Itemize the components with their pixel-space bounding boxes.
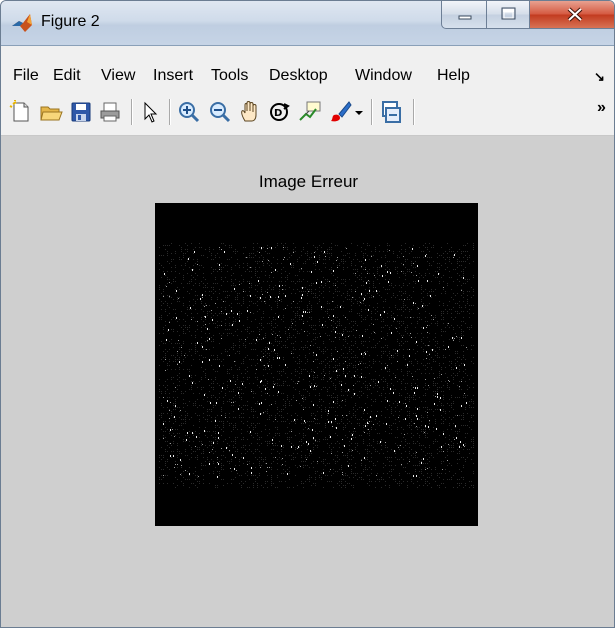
maximize-button[interactable] (486, 1, 530, 29)
menu-edit[interactable]: Edit (53, 67, 81, 85)
edit-plot-arrow-icon[interactable] (138, 100, 162, 124)
figure-window: Figure 2 File Edit View Insert Tools Des… (0, 0, 615, 628)
menu-help[interactable]: Help (437, 67, 470, 85)
menu-file[interactable]: File (13, 67, 39, 85)
menu-tools[interactable]: Tools (211, 67, 248, 85)
close-icon (567, 7, 583, 22)
minimize-icon (458, 15, 472, 20)
minimize-button[interactable] (441, 1, 487, 29)
window-title: Figure 2 (41, 13, 100, 30)
menu-desktop[interactable]: Desktop (269, 67, 328, 85)
svg-text:D: D (274, 108, 282, 119)
menu-view[interactable]: View (101, 67, 135, 85)
menu-insert[interactable]: Insert (153, 67, 193, 85)
pan-hand-icon[interactable] (238, 100, 262, 124)
brush-icon[interactable] (329, 100, 353, 124)
error-image-noise (159, 243, 474, 488)
title-bar[interactable]: Figure 2 (1, 1, 614, 46)
data-cursor-icon[interactable] (298, 100, 322, 124)
figure-toolbar: D » (1, 91, 614, 136)
new-figure-icon[interactable] (9, 100, 33, 124)
print-figure-icon[interactable] (98, 100, 122, 124)
error-image-bright-speckles (163, 247, 467, 478)
open-file-icon[interactable] (39, 100, 63, 124)
zoom-out-icon[interactable] (208, 100, 232, 124)
matlab-logo-icon (12, 14, 32, 32)
menu-window[interactable]: Window (355, 67, 412, 85)
error-image[interactable] (155, 203, 478, 526)
save-figure-icon[interactable] (69, 100, 93, 124)
brush-dropdown-icon[interactable] (352, 100, 366, 124)
menu-bar: File Edit View Insert Tools Desktop Wind… (1, 46, 614, 91)
axes-title: Image Erreur (258, 172, 359, 191)
zoom-in-icon[interactable] (177, 100, 201, 124)
link-plot-icon[interactable] (379, 100, 403, 124)
menu-overflow-icon[interactable]: ↘ (594, 69, 605, 85)
error-image-speckles (163, 247, 467, 477)
maximize-icon (501, 7, 516, 20)
toolbar-overflow-icon[interactable]: » (597, 99, 606, 117)
error-image-faint-pixels (159, 243, 474, 488)
close-button[interactable] (529, 1, 614, 29)
rotate-3d-icon[interactable]: D (267, 100, 291, 124)
